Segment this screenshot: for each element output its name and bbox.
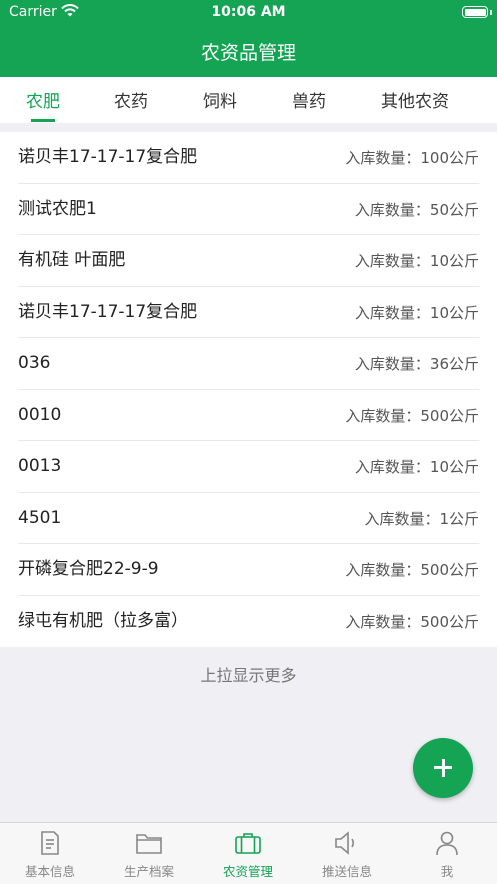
briefcase-icon <box>235 833 261 854</box>
app-header: Carrier 10:06 AM 农资品管理 <box>0 0 497 77</box>
item-quantity: 入库数量：10公斤 <box>354 303 479 322</box>
tab-veterinary-drug[interactable]: 兽药 <box>283 77 335 123</box>
list-item[interactable]: 036 入库数量：36公斤 <box>0 338 497 390</box>
document-icon <box>41 831 59 855</box>
item-name: 绿屯有机肥（拉多富） <box>18 610 188 631</box>
speaker-icon <box>335 831 355 855</box>
list-item[interactable]: 开磷复合肥22-9-9 入库数量：500公斤 <box>0 544 497 596</box>
tab-feed[interactable]: 饲料 <box>194 77 246 123</box>
battery-icon <box>462 6 488 18</box>
item-quantity: 入库数量：1公斤 <box>364 509 479 528</box>
tabbar-label: 农资管理 <box>222 864 273 879</box>
item-name: 036 <box>18 353 51 373</box>
item-name: 4501 <box>18 507 62 528</box>
tabbar-item-push-messages[interactable]: 推送信息 <box>307 823 387 884</box>
status-bar: Carrier 10:06 AM <box>0 0 497 26</box>
load-more-hint: 上拉显示更多 <box>200 666 297 685</box>
item-quantity: 入库数量：10公斤 <box>354 252 479 270</box>
page-title: 农资品管理 <box>200 42 296 64</box>
status-time: 10:06 AM <box>211 4 286 20</box>
person-icon <box>436 831 458 856</box>
tabbar-item-production-records[interactable]: 生产档案 <box>109 823 189 884</box>
item-quantity: 入库数量：10公斤 <box>354 458 479 476</box>
item-quantity: 入库数量：50公斤 <box>354 200 479 219</box>
folder-icon <box>136 834 162 854</box>
item-quantity: 入库数量：500公斤 <box>345 561 479 579</box>
item-name: 0013 <box>18 456 62 476</box>
list-item[interactable]: 0010 入库数量：500公斤 <box>0 390 497 442</box>
bottom-tab-bar: 基本信息 生产档案 农资管理 推送信息 我 <box>0 822 497 884</box>
active-tab-indicator <box>31 119 55 122</box>
tabbar-label: 基本信息 <box>24 864 75 879</box>
item-name: 诺贝丰17-17-17复合肥 <box>18 301 198 322</box>
item-quantity: 入库数量：100公斤 <box>345 149 479 167</box>
item-name: 有机硅 叶面肥 <box>18 250 126 270</box>
battery-tip <box>490 10 492 15</box>
tabbar-item-me[interactable]: 我 <box>407 823 487 884</box>
list-item[interactable]: 诺贝丰17-17-17复合肥 入库数量：10公斤 <box>0 287 497 339</box>
list-item[interactable]: 测试农肥1 入库数量：50公斤 <box>0 184 497 236</box>
item-name: 0010 <box>18 404 62 425</box>
list-item[interactable]: 诺贝丰17-17-17复合肥 入库数量：100公斤 <box>0 132 497 184</box>
tab-pesticide[interactable]: 农药 <box>105 77 157 123</box>
list-item[interactable]: 绿屯有机肥（拉多富） 入库数量：500公斤 <box>0 596 497 648</box>
item-quantity: 入库数量：500公斤 <box>345 406 479 425</box>
tab-fertilizer[interactable]: 农肥 <box>18 77 68 123</box>
supply-list: 诺贝丰17-17-17复合肥 入库数量：100公斤 测试农肥1 入库数量：50公斤 … <box>0 132 497 647</box>
item-quantity: 入库数量：36公斤 <box>354 355 479 373</box>
add-button[interactable] <box>413 738 473 798</box>
category-tabs: 农肥 农药 饲料 兽药 其他农资 <box>0 77 497 123</box>
item-name: 开磷复合肥22-9-9 <box>18 559 159 579</box>
item-name: 测试农肥1 <box>18 198 97 219</box>
tabbar-item-supplies-management[interactable]: 农资管理 <box>208 823 288 884</box>
tabbar-item-basic-info[interactable]: 基本信息 <box>10 823 90 884</box>
list-item[interactable]: 有机硅 叶面肥 入库数量：10公斤 <box>0 235 497 287</box>
tabbar-label: 生产档案 <box>123 864 174 879</box>
list-item[interactable]: 4501 入库数量：1公斤 <box>0 493 497 545</box>
tabbar-label: 我 <box>440 864 454 879</box>
item-name: 诺贝丰17-17-17复合肥 <box>18 147 198 167</box>
item-quantity: 入库数量：500公斤 <box>345 612 479 631</box>
tab-other-supplies[interactable]: 其他农资 <box>370 77 460 123</box>
list-item[interactable]: 0013 入库数量：10公斤 <box>0 441 497 493</box>
tabbar-label: 推送信息 <box>321 864 372 879</box>
